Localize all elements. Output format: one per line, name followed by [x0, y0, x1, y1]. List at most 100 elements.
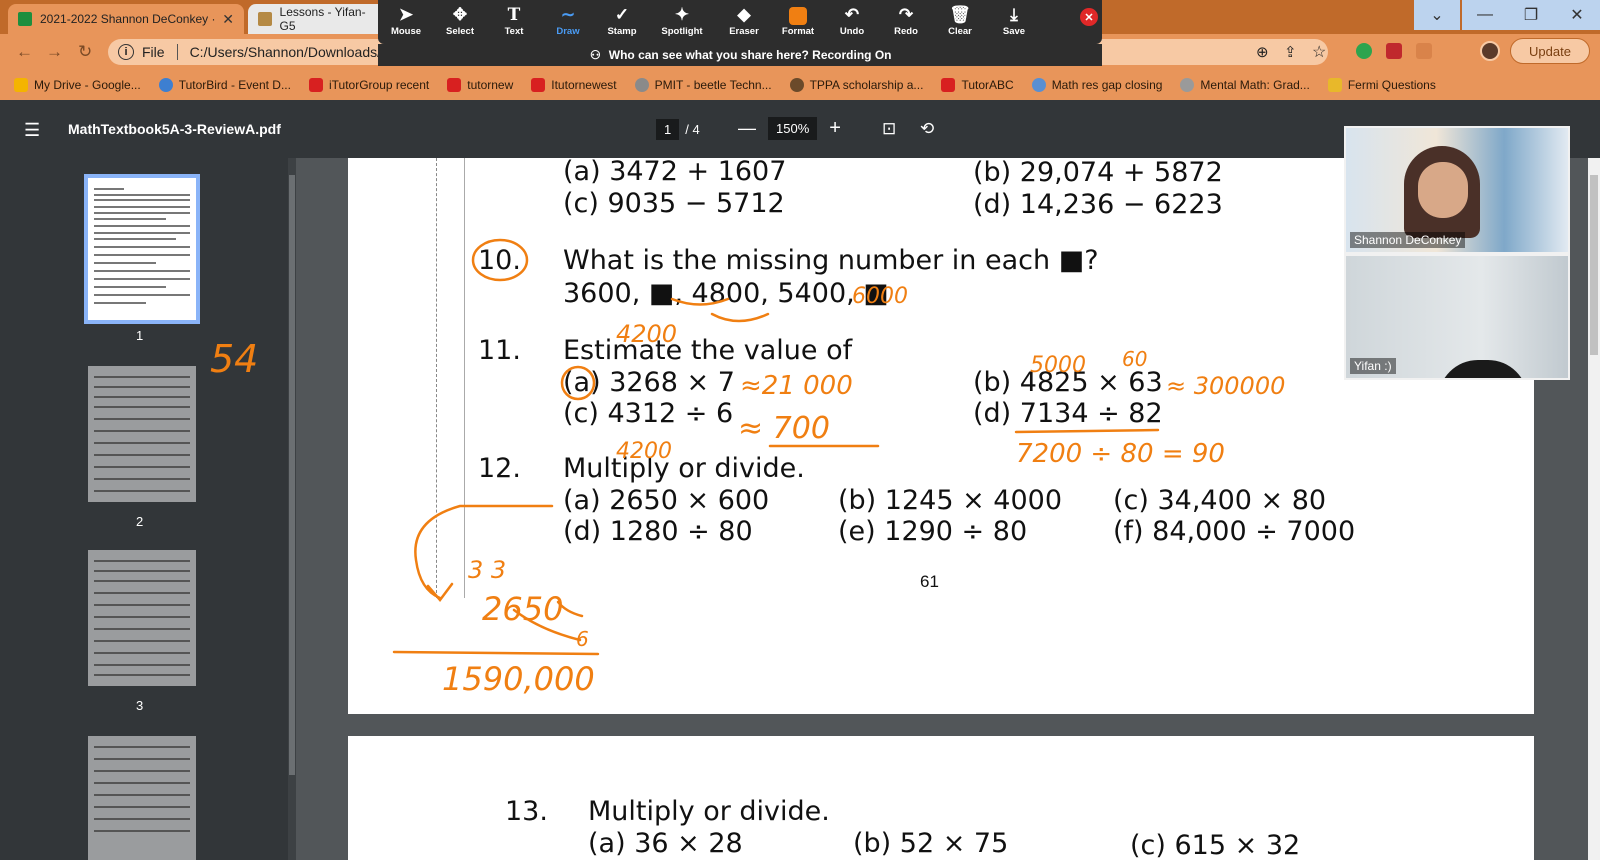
page-thumbnail-2[interactable]: [88, 366, 196, 502]
rotate-icon[interactable]: ⟲: [920, 119, 934, 139]
sidebar-scroll-thumb[interactable]: [289, 175, 295, 775]
question-12-text: Multiply or divide.: [563, 453, 805, 484]
tool-text[interactable]: T Text: [486, 4, 542, 37]
tool-format[interactable]: Format: [770, 4, 826, 37]
question-11b: (b) 4825 × 63: [973, 367, 1163, 398]
annotation-toolbar: ➤ Mouse ✥ Select T Text ∼ Draw ✓ Stamp ✦ Spotl…: [378, 0, 1102, 44]
tool-undo[interactable]: ↶ Undo: [824, 4, 880, 37]
question-13b: (b) 52 × 75: [853, 828, 1009, 859]
bookmark-star-icon[interactable]: ☆: [1312, 42, 1326, 62]
question-13c: (c) 615 × 32: [1130, 830, 1301, 860]
minimize-icon[interactable]: —: [1462, 0, 1508, 30]
question-11-number: 11.: [478, 335, 521, 366]
bookmark-item[interactable]: TutorBird - Event D...: [158, 78, 291, 92]
question-11-text: Estimate the value of: [563, 335, 853, 366]
question-12b: (b) 1245 × 4000: [838, 485, 1063, 516]
bookmark-item[interactable]: PMIT - beetle Techn...: [634, 78, 772, 92]
tab-spreadsheet[interactable]: 2021-2022 Shannon DeConkey · ✕: [8, 4, 244, 34]
zoom-icon[interactable]: ⊕: [1256, 43, 1269, 61]
participant-name: Shannon DeConkey: [1350, 232, 1466, 248]
drive-icon: [14, 78, 28, 92]
video-tile-host[interactable]: Shannon DeConkey: [1344, 126, 1570, 254]
tool-save[interactable]: ⤓ Save: [986, 4, 1042, 37]
thumbnail-number: 2: [136, 514, 144, 529]
bookmark-item[interactable]: My Drive - Google...: [14, 78, 141, 92]
update-button[interactable]: Update: [1510, 38, 1590, 64]
zoom-out-icon[interactable]: —: [738, 118, 756, 139]
globe-icon: [1180, 78, 1195, 92]
tool-mouse[interactable]: ➤ Mouse: [378, 4, 434, 37]
trash-icon: 🗑: [949, 5, 971, 24]
page-input[interactable]: 1: [656, 119, 680, 140]
tab-lessons[interactable]: Lessons - Yifan-G5: [248, 4, 388, 34]
page-total: / 4: [685, 122, 700, 137]
question-10-text: What is the missing number in each ■?: [563, 245, 1099, 276]
tool-redo[interactable]: ↷ Redo: [878, 4, 934, 37]
question-11c: (c) 4312 ÷ 6: [563, 398, 734, 429]
question-10-number: 10.: [478, 245, 521, 276]
tutorbird-icon: [158, 78, 173, 92]
participant-name: Yifan :): [1350, 358, 1396, 374]
document-scroll-thumb[interactable]: [1590, 175, 1598, 355]
tab-search-icon[interactable]: ⌄: [1414, 0, 1460, 30]
reload-icon[interactable]: ↻: [78, 42, 92, 62]
tool-draw[interactable]: ∼ Draw: [540, 4, 596, 37]
tool-clear[interactable]: 🗑 Clear: [932, 4, 988, 37]
pmit-icon: [634, 78, 649, 92]
zoom-in-icon[interactable]: +: [829, 117, 841, 140]
bookmark-item[interactable]: Math res gap closing: [1031, 78, 1162, 92]
redo-icon: ↷: [898, 5, 914, 24]
back-icon[interactable]: ←: [16, 42, 33, 62]
move-icon: ✥: [452, 5, 468, 24]
itutor-icon: [941, 78, 956, 92]
question-9b: (b) 29,074 + 5872: [973, 157, 1223, 188]
eraser-icon: ◆: [737, 5, 751, 24]
checkmark-icon: ✓: [614, 5, 630, 24]
page-thumbnail-3[interactable]: [88, 550, 196, 686]
color-swatch-icon: [770, 4, 826, 26]
share-icon[interactable]: ⇪: [1284, 43, 1297, 61]
tool-eraser[interactable]: ◆ Eraser: [716, 4, 772, 37]
tool-spotlight[interactable]: ✦ Spotlight: [654, 4, 710, 37]
margin-line: [464, 158, 465, 598]
bookmark-item[interactable]: iTutorGroup recent: [308, 78, 429, 92]
forward-icon[interactable]: →: [46, 42, 63, 62]
bookmark-item[interactable]: Fermi Questions: [1327, 78, 1436, 92]
question-12d: (d) 1280 ÷ 80: [563, 516, 753, 547]
extension-icon[interactable]: [1356, 43, 1372, 59]
sharing-notice-text: Who can see what you share here? Recordi…: [608, 48, 892, 62]
extension-icon[interactable]: [1416, 43, 1432, 59]
question-10-sequence: 3600, ■, 4800, 5400, ■: [563, 278, 889, 309]
bookmark-item[interactable]: TutorABC: [941, 78, 1014, 92]
zoom-value[interactable]: 150%: [768, 117, 818, 140]
video-tile-student[interactable]: Yifan :): [1344, 254, 1570, 380]
page-indicator: 1 / 4: [656, 119, 700, 140]
question-12a: (a) 2650 × 600: [563, 485, 770, 516]
restore-icon[interactable]: ❐: [1508, 0, 1554, 30]
info-icon[interactable]: i: [118, 44, 134, 60]
fit-page-icon[interactable]: ⊡: [882, 119, 896, 139]
page-thumbnail-4[interactable]: [88, 736, 196, 860]
profile-avatar[interactable]: [1480, 41, 1500, 61]
question-11d: (d) 7134 ÷ 82: [973, 398, 1163, 429]
sharing-notice[interactable]: ⚇ Who can see what you share here? Recor…: [378, 44, 1102, 66]
thumbnail-number: 1: [136, 328, 144, 343]
bookmark-item[interactable]: Mental Math: Grad...: [1180, 78, 1310, 92]
close-annotation-icon[interactable]: ✕: [1080, 8, 1098, 26]
bookmark-item[interactable]: TPPA scholarship a...: [789, 78, 923, 92]
question-12f: (f) 84,000 ÷ 7000: [1113, 516, 1356, 547]
close-icon[interactable]: ✕: [222, 11, 234, 28]
close-window-icon[interactable]: ✕: [1554, 0, 1600, 30]
tool-select[interactable]: ✥ Select: [432, 4, 488, 37]
bookmark-item[interactable]: tutornew: [447, 78, 513, 92]
participant-photo: [1418, 162, 1468, 218]
extension-icon[interactable]: [1386, 43, 1402, 59]
bookmarks-bar: My Drive - Google... TutorBird - Event D…: [0, 70, 1600, 100]
divider: [176, 44, 178, 60]
tool-stamp[interactable]: ✓ Stamp: [594, 4, 650, 37]
margin-line: [436, 158, 437, 598]
draw-icon: ∼: [560, 5, 576, 24]
page-thumbnail-1[interactable]: [84, 174, 200, 324]
menu-icon[interactable]: ☰: [24, 120, 40, 141]
bookmark-item[interactable]: Itutornewest: [531, 78, 617, 92]
